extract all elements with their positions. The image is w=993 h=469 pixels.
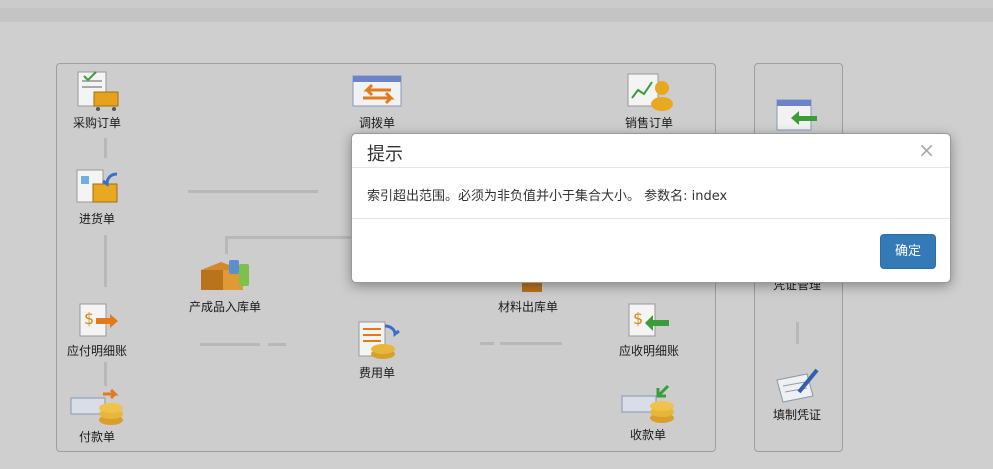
node-expense-bill[interactable]: 费用单 <box>332 320 422 381</box>
connector <box>480 342 494 345</box>
connector <box>104 235 107 287</box>
dialog-footer: 确定 <box>352 219 950 282</box>
payable-ledger-icon: $ <box>79 303 118 337</box>
receipt-bill-label: 收款单 <box>629 428 666 442</box>
finished-goods-in-label: 产成品入库单 <box>188 300 261 314</box>
svg-text:$: $ <box>84 309 94 328</box>
node-voucher-manage[interactable] <box>752 96 842 136</box>
dialog-message: 索引超出范围。必须为非负值并小于集合大小。 参数名: index <box>367 189 728 204</box>
node-receipt-bill[interactable]: 收款单 <box>603 382 693 443</box>
connector <box>796 322 799 344</box>
receipt-bill-icon <box>621 384 674 423</box>
node-sales-order[interactable]: 销售订单 <box>604 70 694 131</box>
connector <box>225 236 228 254</box>
purchase-order-icon <box>77 71 119 111</box>
node-transfer-order[interactable]: 调拨单 <box>332 70 422 131</box>
transfer-order-label: 调拨单 <box>358 116 395 130</box>
fill-voucher-icon <box>776 368 819 403</box>
sales-order-label: 销售订单 <box>624 116 673 130</box>
dialog-title: 提示 <box>367 144 403 165</box>
finished-goods-in-icon <box>201 260 249 290</box>
transfer-order-icon <box>352 75 402 107</box>
goods-receipt-icon <box>76 169 118 203</box>
sales-order-icon <box>627 73 673 111</box>
expense-bill-icon <box>358 321 400 359</box>
top-bar <box>0 0 993 8</box>
payable-ledger-label: 应付明细账 <box>66 344 127 358</box>
node-material-out[interactable]: 材料出库单 <box>483 278 573 315</box>
purchase-order-label: 采购订单 <box>72 116 121 130</box>
material-out-label: 材料出库单 <box>497 300 558 314</box>
node-receivable-ledger[interactable]: $ 应收明细账 <box>604 302 694 359</box>
dialog-header: 提示 × <box>352 134 950 168</box>
svg-text:$: $ <box>633 309 643 328</box>
node-purchase-order[interactable]: 采购订单 <box>52 70 142 131</box>
goods-receipt-label: 进货单 <box>78 212 115 226</box>
dialog-body: 索引超出范围。必须为非负值并小于集合大小。 参数名: index <box>352 168 950 219</box>
connector <box>500 342 562 345</box>
receivable-ledger-label: 应收明细账 <box>618 344 679 358</box>
tab-strip <box>0 8 993 22</box>
node-payable-ledger[interactable]: $ 应付明细账 <box>52 302 142 359</box>
node-goods-receipt[interactable]: 进货单 <box>52 164 142 227</box>
payment-bill-icon <box>70 388 123 425</box>
node-finished-goods-in[interactable]: 产成品入库单 <box>180 254 270 315</box>
alert-dialog: 提示 × 索引超出范围。必须为非负值并小于集合大小。 参数名: index 确定 <box>351 133 951 283</box>
receivable-ledger-icon: $ <box>628 303 669 337</box>
connector <box>200 343 260 346</box>
confirm-button[interactable]: 确定 <box>880 234 936 269</box>
expense-bill-label: 费用单 <box>358 366 395 380</box>
connector <box>228 236 354 239</box>
close-icon[interactable]: × <box>918 138 935 162</box>
connector <box>104 362 107 386</box>
payment-bill-label: 付款单 <box>78 430 115 444</box>
connector <box>268 343 286 346</box>
node-fill-voucher[interactable]: 填制凭证 <box>752 366 842 423</box>
connector <box>188 190 318 193</box>
node-payment-bill[interactable]: 付款单 <box>52 386 142 445</box>
voucher-manage-icon <box>776 99 817 131</box>
connector <box>104 138 107 158</box>
fill-voucher-label: 填制凭证 <box>772 408 821 422</box>
